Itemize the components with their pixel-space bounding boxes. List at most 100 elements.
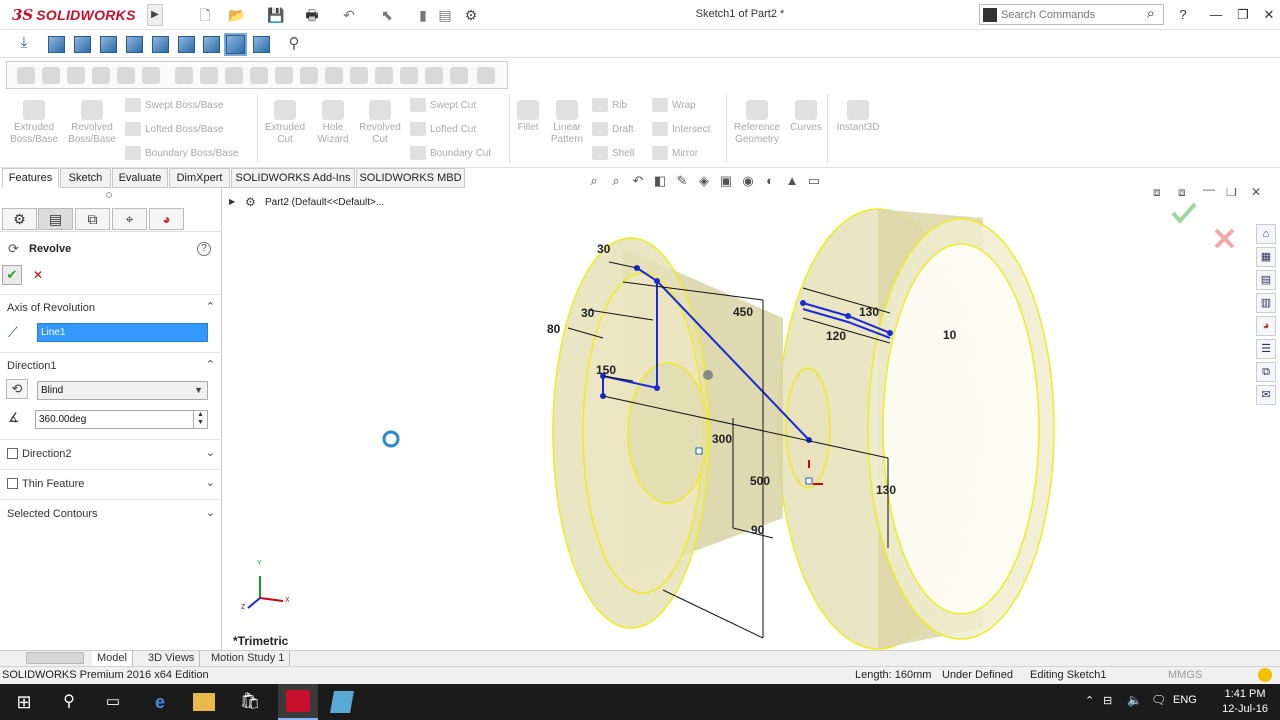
dim-10[interactable]: 10 (943, 328, 956, 342)
lofted-cut-button[interactable]: Lofted Cut (410, 122, 476, 136)
apply-scene-icon[interactable]: ▲ (783, 172, 801, 189)
solidworks-taskbar-button[interactable] (278, 684, 318, 720)
undo-icon[interactable]: ↶ (340, 6, 358, 24)
tree-expand-arrow[interactable]: ▶ (229, 197, 235, 206)
part-tree-label[interactable]: Part2 (Default<<Default>... (265, 197, 384, 208)
property-manager-icon[interactable]: ▤ (38, 208, 73, 230)
file-properties-icon[interactable]: ▤ (436, 6, 454, 24)
previous-view-icon[interactable]: ↶ (629, 172, 647, 189)
dim-450[interactable]: 450 (733, 305, 753, 319)
windows-start-icon[interactable]: ⊞ (12, 690, 36, 714)
revolved-cut-button[interactable]: Revolved Cut (356, 100, 404, 146)
tooltip-icon[interactable] (1258, 668, 1272, 682)
boundary-cut-button[interactable]: Boundary Cut (410, 146, 491, 160)
help-button[interactable]: ? (1172, 5, 1194, 25)
top-view-icon[interactable] (152, 36, 169, 53)
back-view-icon[interactable] (74, 36, 91, 53)
display-style-icon[interactable]: ▣ (717, 172, 735, 189)
custom-properties-icon[interactable]: ☰ (1256, 339, 1276, 359)
zoom-to-fit-icon[interactable]: ⌕ (585, 172, 603, 189)
rebuild-icon[interactable]: ▮ (414, 6, 432, 24)
file-explorer-icon[interactable] (193, 693, 215, 711)
linear-pattern-button[interactable]: Linear Pattern (546, 100, 588, 146)
revolved-boss-button[interactable]: Revolved Boss/Base (66, 100, 118, 146)
left-view-icon[interactable] (100, 36, 117, 53)
dim-120[interactable]: 120 (826, 329, 846, 343)
menu-expand-arrow[interactable]: ▶ (147, 4, 163, 26)
file-explorer-icon[interactable]: ▥ (1256, 293, 1276, 313)
tab-3d-views[interactable]: 3D Views (143, 651, 201, 666)
tab-sketch[interactable]: Sketch (60, 168, 111, 188)
tab-model[interactable]: Model (92, 651, 133, 666)
search-icon[interactable]: ⌕ (1147, 5, 1155, 22)
curves-button[interactable]: Curves (788, 100, 824, 134)
mirror-button[interactable]: Mirror (652, 146, 698, 160)
dim-80[interactable]: 80 (547, 322, 560, 336)
feature-manager-icon[interactable]: ⚙ (2, 208, 37, 230)
forum-icon[interactable]: ✉ (1256, 385, 1276, 405)
ok-button[interactable]: ✔ (2, 265, 22, 285)
graphics-area[interactable]: 30 30 80 150 450 300 500 90 130 120 10 1… (223, 188, 1280, 650)
app-icon[interactable] (330, 691, 354, 713)
panel-splitter-handle[interactable] (106, 192, 112, 198)
view-orientation-icon[interactable]: ◈ (695, 172, 713, 189)
swept-cut-button[interactable]: Swept Cut (410, 98, 476, 112)
isometric-view-icon[interactable] (203, 36, 220, 53)
dim-150[interactable]: 150 (596, 363, 616, 377)
minimize-button[interactable]: — (1205, 5, 1227, 25)
dim-300[interactable]: 300 (712, 432, 732, 446)
axis-selection-box[interactable]: Line1 (37, 323, 208, 342)
draft-button[interactable]: Draft (592, 122, 634, 136)
view-palette-icon[interactable]: ⧉ (1256, 362, 1276, 382)
network-icon[interactable]: ⊟ (1103, 694, 1112, 707)
end-condition-select[interactable]: Blind ▼ (37, 381, 208, 400)
system-clock[interactable]: 1:41 PM 12-Jul-16 (1222, 687, 1268, 717)
thin-feature-header[interactable]: Thin Feature ⌄ (0, 474, 222, 494)
dim-130-right[interactable]: 130 (876, 483, 896, 497)
selected-contours-header[interactable]: Selected Contours ⌄ (0, 504, 222, 524)
home-icon[interactable]: ⌂ (1256, 224, 1276, 244)
instant3d-button[interactable]: Instant3D (832, 100, 884, 134)
unit-system[interactable]: MMGS (1168, 669, 1202, 681)
angle-spinner[interactable]: ▲ ▼ (193, 411, 207, 428)
view-orientation-icon[interactable]: ⚲ (284, 34, 304, 54)
appearances-icon[interactable]: ◕ (1256, 316, 1276, 336)
reference-geometry-button[interactable]: Reference Geometry (730, 100, 784, 146)
tab-mbd[interactable]: SOLIDWORKS MBD (356, 168, 465, 188)
print-icon[interactable]: 🖶 (303, 6, 321, 24)
trimetric-view-icon[interactable] (224, 33, 247, 56)
direction2-header[interactable]: Direction2 ⌄ (0, 444, 222, 464)
resources-icon[interactable]: ▦ (1256, 247, 1276, 267)
doc-tile-left-icon[interactable]: ⧈ (1153, 188, 1161, 200)
dim-130-top[interactable]: 130 (859, 305, 879, 319)
dimxpert-manager-icon[interactable]: ⌖ (112, 208, 147, 230)
wrap-button[interactable]: Wrap (652, 98, 696, 112)
tab-addins[interactable]: SOLIDWORKS Add-Ins (231, 168, 355, 188)
normal-to-icon[interactable]: ⤓ (14, 34, 34, 54)
new-document-icon[interactable]: 🗋 (196, 6, 214, 24)
dim-30-top[interactable]: 30 (597, 242, 610, 256)
section-view-icon[interactable]: ◧ (651, 172, 669, 189)
front-view-icon[interactable] (48, 36, 65, 53)
select-icon[interactable]: ⬉ (378, 6, 396, 24)
tab-scroll-buttons[interactable] (26, 652, 84, 664)
axis-of-revolution-header[interactable]: Axis of Revolution ⌃ (0, 298, 222, 318)
angle-input[interactable]: 360.00deg ▲ ▼ (35, 410, 208, 429)
open-document-icon[interactable]: 📂 (228, 6, 246, 24)
language-indicator[interactable]: ENG (1173, 694, 1197, 706)
tab-dimxpert[interactable]: DimXpert (169, 168, 230, 188)
direction1-header[interactable]: Direction1 ⌃ (0, 356, 222, 376)
tray-show-hidden-icon[interactable]: ⌃ (1085, 694, 1094, 707)
edit-appearance-icon[interactable]: ◐ (761, 172, 779, 189)
design-library-icon[interactable]: ▤ (1256, 270, 1276, 290)
doc-close-icon[interactable]: ✕ (1251, 188, 1261, 199)
hole-wizard-button[interactable]: Hole Wizard (312, 100, 354, 146)
search-input[interactable] (1001, 7, 1131, 22)
tab-features[interactable]: Features (2, 168, 59, 188)
direction2-checkbox[interactable] (7, 448, 18, 459)
store-icon[interactable]: 🛍 (238, 690, 262, 714)
doc-tile-right-icon[interactable]: ⧈ (1178, 188, 1186, 200)
dim-30-mid[interactable]: 30 (581, 306, 594, 320)
close-button[interactable]: ✕ (1258, 5, 1280, 25)
right-view-icon[interactable] (126, 36, 143, 53)
